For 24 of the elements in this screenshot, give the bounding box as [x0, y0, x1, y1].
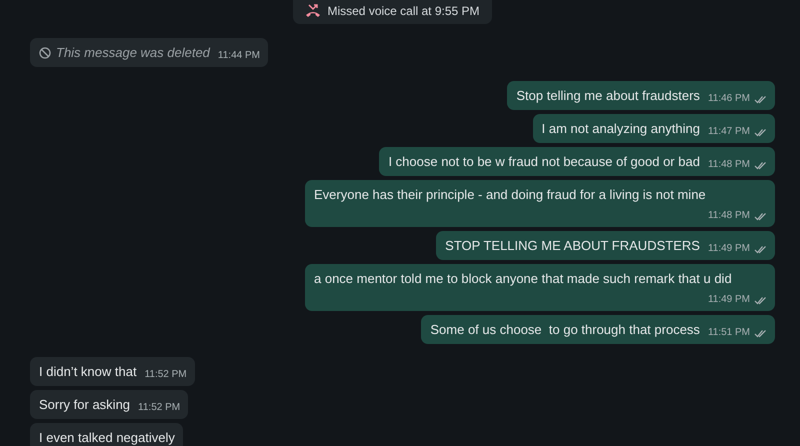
message-time: 11:46 PM [708, 92, 750, 106]
message-text: a once mentor told me to block anyone that made such remark that u did [314, 270, 732, 288]
message-time: 11:52 PM [138, 401, 180, 415]
message-text: Everyone has their principle - and doing fraud for a living is not mine [314, 186, 706, 204]
message-time: 11:52 PM [144, 368, 187, 382]
message-text: Some of us choose to go through that process [430, 321, 700, 339]
blocked-icon [39, 47, 51, 59]
message-text: Sorry for asking [39, 396, 130, 414]
message-text: I didn’t know that [39, 363, 137, 381]
message-time: 11:51 PM [708, 326, 750, 340]
message-time: 11:47 PM [708, 125, 750, 139]
message-time: 11:48 PM [708, 158, 750, 172]
message-text: I am not analyzing anything [542, 120, 700, 138]
message-time: 11:48 PM [708, 209, 750, 223]
missed-call-icon [305, 4, 322, 18]
message-text: STOP TELLING ME ABOUT FRAUDSTERS [445, 237, 700, 255]
notice-text: Missed voice call at 9:55 PM [327, 4, 480, 18]
deleted-message-text: This message was deleted [56, 44, 210, 62]
message-text: Stop telling me about fraudsters [516, 87, 700, 105]
message-time: 11:44 PM [218, 49, 260, 63]
message-time: 11:49 PM [708, 242, 750, 256]
message-time: 11:49 PM [708, 293, 750, 307]
message-text: I even talked negatively [39, 429, 175, 446]
message-text: I choose not to be w fraud not because of good or bad [388, 153, 700, 171]
